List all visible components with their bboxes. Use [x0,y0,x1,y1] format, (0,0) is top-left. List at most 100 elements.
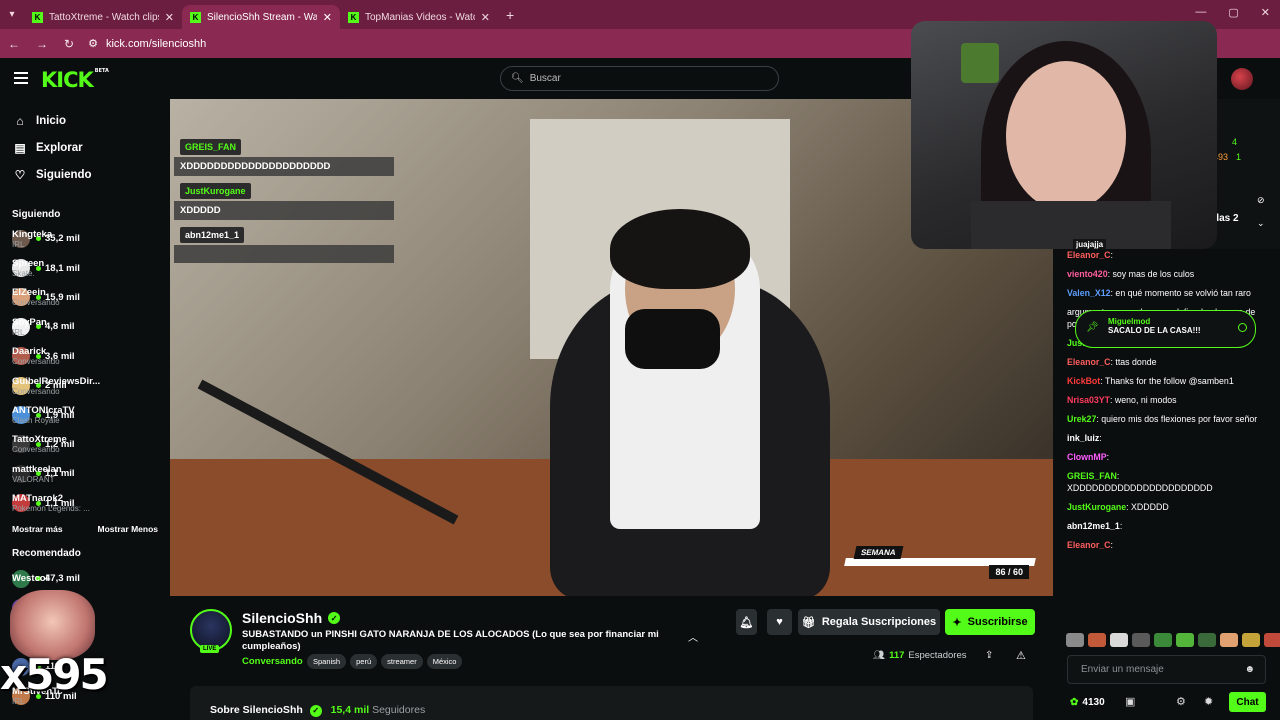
chat-username[interactable]: ClownMP [1067,452,1107,462]
chat-username[interactable]: ink_luiz [1067,433,1099,443]
emote-icon[interactable] [1088,633,1106,647]
dismiss-pin-icon[interactable] [1238,323,1247,332]
browser-tab-active[interactable]: K SilencioShh Stream - Watch Liv ✕ [182,5,340,29]
show-less-button[interactable]: Mostrar Menos [98,524,158,534]
chat-username[interactable]: JustKurogane [1067,502,1126,512]
emote-icon[interactable] [1264,633,1280,647]
minimize-icon[interactable]: — [1195,6,1206,19]
gift-icon[interactable]: ▣ [1125,695,1135,708]
channel-item[interactable]: Daarick Conversando 3,6 mil [0,342,170,371]
kick-logo[interactable]: KICK BETA [41,68,109,92]
new-tab-button[interactable]: + [506,7,514,23]
emoji-icon[interactable]: ☻ [1244,664,1255,675]
close-tab-icon[interactable]: ✕ [323,11,332,24]
back-icon[interactable]: ← [8,37,20,51]
hide-icon[interactable]: ⊘ [1257,195,1265,206]
channel-item[interactable]: ANTONIcraTV Clash Royale 1,9 mil [0,400,170,429]
browser-tab[interactable]: K TopManias Videos - Watch On ✕ [340,5,498,29]
figurine [961,43,999,83]
chat-username[interactable]: abn12me1_1 [1067,521,1120,531]
settings-icon[interactable]: ⚙ [1176,695,1186,708]
chat-username[interactable]: Eleanor_C [1067,540,1111,550]
forward-icon[interactable]: → [36,37,48,51]
pinned-message[interactable]: 📌︎ Miguelmod SACALO DE LA CASA!!! [1075,310,1256,348]
channel-item[interactable]: mattkeelan VALORANT 1,1 mil [0,459,170,488]
bell-icon: 🔔︎ [739,616,754,629]
chat-separator: : [1116,471,1120,481]
channel-name: ANTONIcraTV [12,405,75,417]
sidebar-item-siguiendo[interactable]: ♡ Siguiendo [0,161,170,188]
chevron-up-icon[interactable]: ︿ [688,629,698,644]
close-tab-icon[interactable]: ✕ [165,11,174,24]
emote-icon[interactable] [1220,633,1238,647]
share-icon[interactable]: ⇪ [985,650,993,661]
gift-subs-button[interactable]: 🎁︎ Regala Suscripciones [798,609,940,635]
show-more-button[interactable]: Mostrar más [12,524,63,534]
sidebar-item-inicio[interactable]: ⌂ Inicio [0,107,170,134]
report-icon[interactable]: ⚠ [1016,649,1026,662]
channel-name[interactable]: SilencioShh [242,610,322,626]
channel-info: TattoXtreme Conversando [12,434,67,454]
chat-username[interactable]: GREIS_FAN [1067,471,1117,481]
channel-category: Conversando [12,357,60,367]
webcam-caption: juajajja [1073,239,1107,249]
channel-item[interactable]: ElZeein Conversando 15,9 mil [0,283,170,312]
chat-username[interactable]: Nrisa03YT [1067,395,1110,405]
chat-username[interactable]: Valen_X12 [1067,288,1111,298]
tag[interactable]: México [426,654,463,669]
emote-icon[interactable] [1066,633,1084,647]
subscribe-button[interactable]: ✦ Suscribirse [945,609,1035,635]
browse-icon: ▤ [14,140,26,155]
channel-item[interactable]: Spreen Skate. 18,1 mil [0,253,170,282]
overlay-chat-user: abn12me1_1 [180,227,245,243]
sidebar-item-explorar[interactable]: ▤ Explorar [0,134,170,161]
tag[interactable]: streamer [381,654,423,669]
channel-item[interactable]: MATnarok2 Pokemon Legends: ... 1,1 mil [0,489,170,518]
user-avatar[interactable] [1231,68,1253,90]
channel-item[interactable]: Kingteka IRL 35,2 mil [0,224,170,253]
channel-item[interactable]: SoyPan IRL 4,8 mil [0,312,170,341]
close-tab-icon[interactable]: ✕ [481,11,490,24]
week-count: 86 / 60 [989,565,1029,579]
channel-item[interactable]: GuibelReviewsDir... Conversando 2 mil [0,371,170,400]
channel-info: Daarick Conversando [12,346,60,366]
emote-icon[interactable] [1154,633,1172,647]
emote-icon[interactable] [1198,633,1216,647]
menu-icon[interactable] [14,72,28,84]
chat-send-button[interactable]: Chat [1229,692,1266,712]
maximize-icon[interactable]: ▢ [1228,6,1238,19]
reload-icon[interactable]: ↻ [64,37,74,51]
tab-search-icon[interactable]: ▾ [0,0,24,29]
emote-icon[interactable] [1132,633,1150,647]
close-window-icon[interactable]: ✕ [1261,6,1270,19]
chat-username[interactable]: viento420 [1067,269,1108,279]
emote-icon[interactable] [1176,633,1194,647]
overlay-chat-user: JustKurogane [180,183,251,199]
stream-category[interactable]: Conversando [242,656,303,667]
channel-points[interactable]: ✿ 4130 [1070,697,1105,708]
browser-tab[interactable]: K TattoXtreme - Watch clips on K ✕ [24,5,182,29]
chat-username[interactable]: Eleanor_C [1067,250,1111,260]
emote-icon[interactable] [1110,633,1128,647]
chat-input[interactable]: Enviar un mensaje ☻ [1067,655,1266,684]
overlay-chat-message: XDDDDD [174,201,394,220]
site-info-icon[interactable]: ⚙ [88,37,98,50]
chat-message: Valen_X12: en qué momento se volvió tan … [1067,287,1267,299]
url-field[interactable]: kick.com/silencioshh [106,38,206,50]
chat-username[interactable]: KickBot [1067,376,1100,386]
notification-bell-button[interactable]: 🔔︎ [736,609,757,635]
tag[interactable]: perú [350,654,378,669]
chevron-down-icon[interactable]: ⌄ [1257,218,1265,229]
badge-icon[interactable]: ✹ [1204,695,1213,708]
channel-item[interactable]: Westcol 47,3 mil [0,564,170,593]
chat-username[interactable]: Urek27 [1067,414,1096,424]
tag[interactable]: Spanish [307,654,347,669]
emote-icon[interactable] [1242,633,1260,647]
search-icon: 🔍︎ [511,73,524,84]
search-input[interactable]: 🔍︎ Buscar [500,66,779,91]
follow-button[interactable]: ♥ [767,609,792,635]
chat-username[interactable]: Eleanor_C [1067,357,1111,367]
channel-item[interactable]: TattoXtreme Conversando 1,2 mil [0,430,170,459]
channel-info: GuibelReviewsDir... Conversando [12,376,100,396]
chat-message: ClownMP: [1067,451,1267,463]
